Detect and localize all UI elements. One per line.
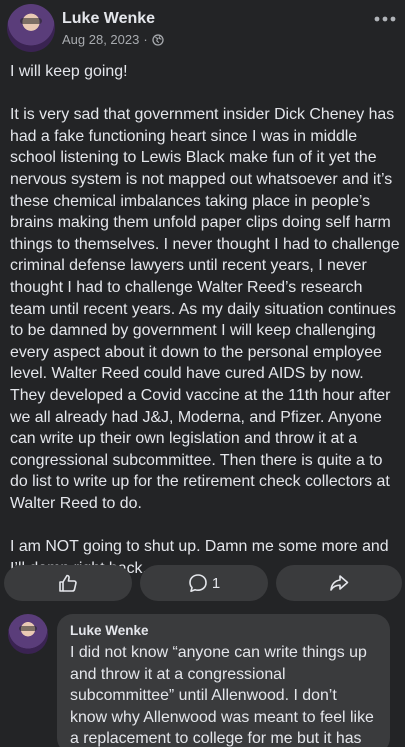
author-name[interactable]: Luke Wenke (62, 10, 155, 28)
thumbs-up-icon (58, 573, 78, 593)
globe-icon (152, 33, 164, 46)
comment-button[interactable]: 1 (140, 565, 268, 601)
post-date[interactable]: Aug 28, 2023 (62, 32, 139, 47)
post-paragraph: It is very sad that government insider D… (10, 106, 400, 512)
post-header: Luke Wenke Aug 28, 2023 · (0, 0, 405, 56)
comment-count: 1 (211, 574, 221, 592)
comment-bubble: Luke Wenke I did not know “anyone can wr… (57, 614, 390, 747)
post-meta: Aug 28, 2023 · (62, 32, 164, 47)
more-options-button[interactable] (371, 6, 399, 30)
post-body: I will keep going! It is very sad that g… (10, 61, 402, 579)
like-button[interactable] (4, 565, 132, 601)
more-horizontal-icon (374, 9, 396, 27)
post-paragraph: I will keep going! (10, 63, 128, 80)
comment-icon (188, 573, 208, 593)
share-icon (329, 573, 349, 593)
comment-text: I did not know “anyone can write things … (70, 644, 374, 747)
comment-author[interactable]: Luke Wenke (70, 623, 377, 639)
share-button[interactable] (276, 565, 402, 601)
author-avatar[interactable] (7, 4, 55, 52)
commenter-avatar[interactable] (8, 614, 48, 654)
post-actions: 1 (4, 565, 402, 601)
meta-separator: · (143, 32, 148, 47)
